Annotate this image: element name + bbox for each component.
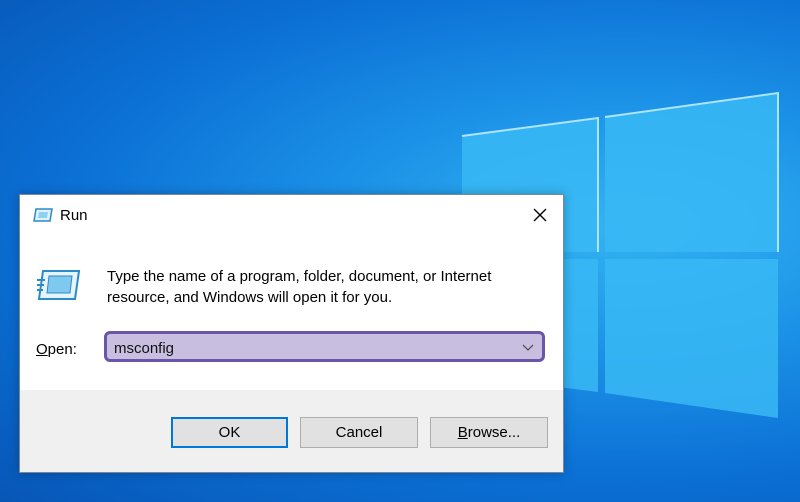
close-button[interactable] — [517, 195, 563, 235]
description-text: Type the name of a program, folder, docu… — [107, 266, 547, 308]
close-icon — [533, 208, 547, 222]
open-combobox[interactable] — [104, 331, 545, 362]
cancel-button[interactable]: Cancel — [300, 417, 418, 448]
dialog-content: Type the name of a program, folder, docu… — [20, 235, 563, 390]
browse-button[interactable]: Browse... — [430, 417, 548, 448]
open-input[interactable] — [114, 338, 504, 358]
open-label-rest: pen: — [47, 341, 77, 358]
run-icon — [33, 208, 53, 222]
window-title: Run — [60, 207, 88, 224]
description-line-2: resource, and Windows will open it for y… — [107, 289, 393, 306]
chevron-down-icon[interactable] — [522, 341, 534, 353]
open-label: Open: — [36, 341, 77, 358]
description-line-1: Type the name of a program, folder, docu… — [107, 268, 492, 285]
browse-label-rest: rowse... — [467, 424, 521, 441]
button-bar: OK Cancel Browse... — [20, 390, 563, 472]
browse-mnemonic: B — [457, 424, 468, 441]
title-bar[interactable]: Run — [20, 195, 563, 235]
ok-button[interactable]: OK — [171, 417, 288, 448]
open-label-mnemonic: O — [36, 341, 48, 358]
run-icon — [37, 270, 81, 300]
run-dialog: Run Type the name of a program, folder, … — [19, 194, 564, 473]
